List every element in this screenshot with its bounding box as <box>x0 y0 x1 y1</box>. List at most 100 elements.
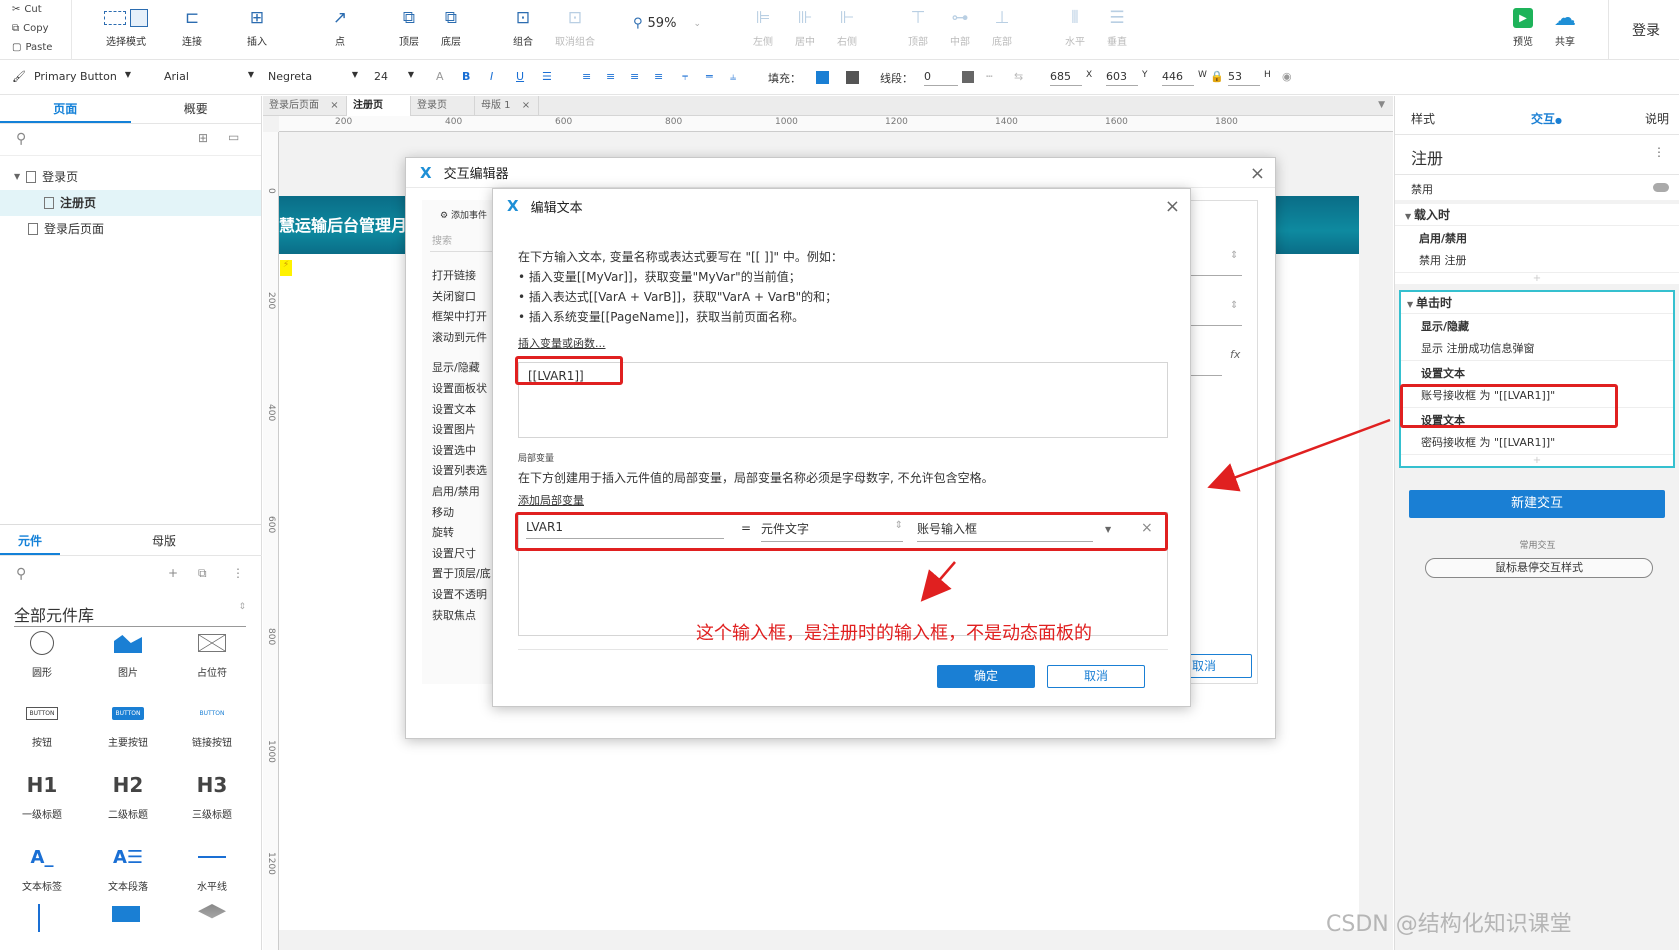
doc-tab-active[interactable]: 注册页 × <box>347 96 411 131</box>
dynamic-panel-icon[interactable] <box>198 904 226 919</box>
add-folder-icon[interactable]: ▭ <box>228 130 239 144</box>
align-bottom-button[interactable]: ⊥ 底部 <box>977 6 1027 48</box>
lock-icon[interactable]: 🔒 <box>1210 70 1224 83</box>
width-input[interactable]: 446 <box>1162 70 1194 86</box>
tab-interaction[interactable]: 交互● <box>1531 110 1562 127</box>
insert-variable-link[interactable]: 插入变量或函数... <box>518 335 606 351</box>
height-input[interactable]: 53 <box>1228 70 1260 86</box>
bold-icon[interactable]: B <box>462 70 470 83</box>
distribute-v-button[interactable]: ☰ 垂直 <box>1092 6 1142 48</box>
close-icon[interactable]: × <box>522 100 530 111</box>
align-right-button[interactable]: ⊩ 右侧 <box>822 6 872 48</box>
add-page-icon[interactable]: ⊞ <box>198 131 208 145</box>
tab-masters[interactable]: 母版 <box>60 528 270 555</box>
vertical-line-icon[interactable] <box>38 904 40 932</box>
point-button[interactable]: ↗ 点 <box>315 6 365 48</box>
line-style-icon[interactable]: ┄ <box>986 70 993 83</box>
widget-hline[interactable]: 水平线 <box>172 840 252 893</box>
tab-style[interactable]: 样式 <box>1411 110 1435 127</box>
underline-icon[interactable]: U <box>516 70 524 83</box>
fx-icon[interactable]: fx <box>1230 348 1240 361</box>
add-action-icon[interactable]: + <box>1401 454 1673 466</box>
tab-pages[interactable]: 页面 <box>0 96 131 123</box>
element-name[interactable]: 注册 <box>1411 145 1443 169</box>
align-text-left-icon[interactable]: ≡ <box>582 70 591 83</box>
add-library-icon[interactable]: + <box>168 566 178 580</box>
close-icon[interactable]: × <box>1165 196 1180 217</box>
connect-button[interactable]: ⊏ 连接 <box>167 6 217 48</box>
page-tree-item-selected[interactable]: 注册页 <box>0 190 261 216</box>
align-text-center-icon[interactable]: ≡ <box>606 70 615 83</box>
insert-button[interactable]: ⊞ 插入 <box>232 6 282 48</box>
cut-button[interactable]: ✂ Cut <box>0 0 71 19</box>
event-title[interactable]: ▼ 单击时 <box>1401 292 1673 314</box>
widget-h1[interactable]: H1 一级标题 <box>2 768 82 821</box>
line-color-swatch[interactable] <box>962 71 974 83</box>
tabs-overflow-icon[interactable]: ▼ <box>1378 100 1385 110</box>
close-icon[interactable]: × <box>1250 163 1265 184</box>
hover-style-button[interactable]: 鼠标悬停交互样式 <box>1425 558 1653 578</box>
more-icon[interactable]: ⋮ <box>1653 145 1665 159</box>
add-local-var-link[interactable]: 添加局部变量 <box>518 492 584 508</box>
widget-primary-button[interactable]: BUTTON 主要按钮 <box>88 696 168 749</box>
doc-tab[interactable]: 登录页 × <box>411 96 475 131</box>
select-mode-button[interactable]: 选择模式 <box>96 6 156 48</box>
justify-icon[interactable]: ≡ <box>654 70 663 83</box>
widget-image[interactable]: 图片 <box>88 626 168 679</box>
hidden-field[interactable] <box>1186 362 1222 376</box>
disabled-toggle[interactable] <box>1653 183 1669 192</box>
page-tree-item[interactable]: ▼ 登录页 <box>0 164 261 190</box>
search-icon[interactable]: ⚲ <box>16 131 26 147</box>
action-item[interactable]: 显示/隐藏 显示 注册成功信息弹窗 <box>1401 314 1673 361</box>
widget-h2[interactable]: H2 二级标题 <box>88 768 168 821</box>
widget-search-icon[interactable]: ⚲ <box>16 566 26 582</box>
new-interaction-button[interactable]: 新建交互 <box>1409 490 1665 518</box>
x-input[interactable]: 685 <box>1050 70 1082 86</box>
widget-text-label[interactable]: A_ 文本标签 <box>2 840 82 894</box>
tab-widgets[interactable]: 元件 <box>0 528 60 555</box>
bullet-list-icon[interactable]: ☰ <box>542 70 552 83</box>
action-item[interactable]: 启用/禁用 禁用 注册 <box>1395 226 1679 272</box>
zoom-select[interactable]: ⚲ 59% ⌄ <box>633 16 701 31</box>
shadow-swatch[interactable] <box>846 71 859 84</box>
copy-button[interactable]: ⧉ Copy <box>0 19 71 38</box>
y-input[interactable]: 603 <box>1106 70 1138 86</box>
add-action-icon[interactable]: + <box>1395 272 1679 284</box>
send-back-button[interactable]: ⧉ 底层 <box>426 6 476 48</box>
ungroup-button[interactable]: ⊡ 取消组合 <box>546 6 604 48</box>
more-icon[interactable]: ⋮ <box>232 566 244 580</box>
align-text-right-icon[interactable]: ≡ <box>630 70 639 83</box>
text-color-icon[interactable]: A <box>436 70 444 83</box>
library-copy-icon[interactable]: ⧉ <box>198 566 207 581</box>
hidden-field[interactable] <box>1186 312 1242 326</box>
group-button[interactable]: ⊡ 组合 <box>498 6 548 48</box>
action-search-input[interactable]: 搜索 <box>430 228 501 252</box>
hidden-field[interactable] <box>1186 262 1242 276</box>
share-button[interactable]: ☁ 共享 <box>1540 6 1590 49</box>
library-select[interactable]: 全部元件库 ⇕ <box>14 602 246 627</box>
widget-placeholder[interactable]: 占位符 <box>172 626 252 679</box>
valign-middle-icon[interactable]: ═ <box>706 70 713 83</box>
doc-tab[interactable]: 登录后页面 × <box>263 96 347 116</box>
tab-notes[interactable]: 说明 <box>1645 110 1669 127</box>
fill-color-swatch[interactable] <box>816 71 829 84</box>
valign-top-icon[interactable]: ⫧ <box>682 70 688 84</box>
doc-tab[interactable]: 母版 1 × <box>475 96 539 116</box>
widget-link-button[interactable]: BUTTON 链接按钮 <box>172 696 252 750</box>
close-icon[interactable]: × <box>330 100 338 111</box>
stepper-icon[interactable]: ⇕ <box>1230 250 1238 261</box>
ok-button[interactable]: 确定 <box>937 665 1035 688</box>
italic-icon[interactable]: I <box>490 70 493 83</box>
style-select[interactable]: 🖌 Primary Button ▼ <box>12 70 131 83</box>
interaction-marker-icon[interactable]: ⚡ <box>280 260 292 276</box>
widget-circle[interactable]: 圆形 <box>2 626 82 679</box>
visibility-icon[interactable]: ◉ <box>1282 70 1292 83</box>
stepper-icon[interactable]: ⇕ <box>1230 300 1238 311</box>
font-select[interactable]: Arial ▼ <box>164 70 254 83</box>
widget-paragraph[interactable]: A☰ 文本段落 <box>88 840 168 894</box>
widget-button[interactable]: BUTTON 按钮 <box>2 696 82 749</box>
hotspot-icon[interactable] <box>112 906 140 922</box>
font-size-select[interactable]: 24 ▼ <box>374 70 414 83</box>
event-title[interactable]: ▼ 载入时 <box>1395 204 1679 226</box>
arrow-style-icon[interactable]: ⇆ <box>1014 70 1023 83</box>
